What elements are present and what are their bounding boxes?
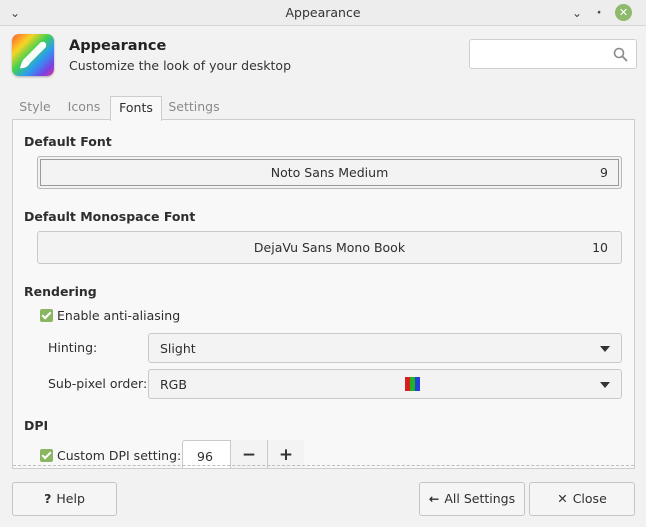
subpixel-value: RGB: [160, 377, 187, 392]
tab-fonts[interactable]: Fonts: [110, 96, 162, 121]
hinting-value: Slight: [160, 341, 196, 356]
search-input[interactable]: [469, 39, 637, 69]
default-font-size: 9: [600, 165, 608, 180]
custom-dpi-checkbox[interactable]: [40, 449, 53, 462]
default-font-heading: Default Font: [24, 134, 112, 149]
tab-style[interactable]: Style: [12, 96, 58, 120]
dropdown-arrow-icon: [600, 346, 610, 352]
help-button[interactable]: ? Help: [12, 482, 117, 516]
hinting-select[interactable]: Slight: [148, 333, 622, 363]
monospace-font-button[interactable]: DejaVu Sans Mono Book 10: [37, 231, 622, 264]
antialias-label: Enable anti-aliasing: [57, 308, 181, 323]
close-icon: ✕: [557, 491, 568, 506]
close-label: Close: [572, 491, 607, 506]
help-label: Help: [56, 491, 85, 506]
dpi-heading: DPI: [24, 418, 49, 433]
header-subtitle: Customize the look of your desktop: [69, 58, 292, 73]
subpixel-select[interactable]: RGB: [148, 369, 622, 399]
subpixel-label: Sub-pixel order:: [48, 376, 148, 391]
appearance-app-icon: [12, 34, 54, 76]
all-settings-label: All Settings: [444, 491, 516, 506]
monospace-font-name: DejaVu Sans Mono Book: [253, 240, 406, 255]
window-title: Appearance: [285, 5, 361, 20]
dropdown-arrow-icon: [600, 382, 610, 388]
question-icon: ?: [44, 491, 52, 506]
default-font-button[interactable]: Noto Sans Medium 9: [37, 156, 622, 189]
monospace-font-size: 10: [592, 240, 608, 255]
monospace-font-heading: Default Monospace Font: [24, 209, 196, 224]
minimize-icon[interactable]: ⌄: [568, 4, 586, 22]
search-icon: [613, 47, 628, 62]
dpi-value[interactable]: 96: [197, 449, 213, 464]
rendering-heading: Rendering: [24, 284, 97, 299]
all-settings-button[interactable]: ← All Settings: [419, 482, 525, 516]
close-button[interactable]: ✕ Close: [529, 482, 635, 516]
dpi-spinbutton: 96 − +: [182, 440, 304, 468]
close-window-icon[interactable]: ✕: [615, 4, 632, 21]
custom-dpi-label: Custom DPI setting:: [57, 448, 182, 463]
antialias-checkbox[interactable]: [40, 309, 53, 322]
default-font-name: Noto Sans Medium: [270, 165, 389, 180]
rgb-swatch-icon: [405, 377, 420, 391]
fonts-panel: Default Font Noto Sans Medium 9 Default …: [12, 119, 635, 469]
header-title: Appearance: [69, 38, 167, 54]
maximize-icon[interactable]: ⬩: [590, 4, 608, 22]
dpi-decrease-button[interactable]: −: [230, 440, 267, 468]
dpi-increase-button[interactable]: +: [267, 440, 304, 468]
tab-settings[interactable]: Settings: [167, 96, 221, 120]
hinting-label: Hinting:: [48, 340, 98, 355]
tab-icons[interactable]: Icons: [62, 96, 106, 120]
title-bar: ⌄ Appearance ⌄ ⬩ ✕: [0, 0, 646, 26]
dialog-header: Appearance Customize the look of your de…: [0, 27, 646, 91]
back-arrow-icon: ←: [428, 491, 440, 506]
